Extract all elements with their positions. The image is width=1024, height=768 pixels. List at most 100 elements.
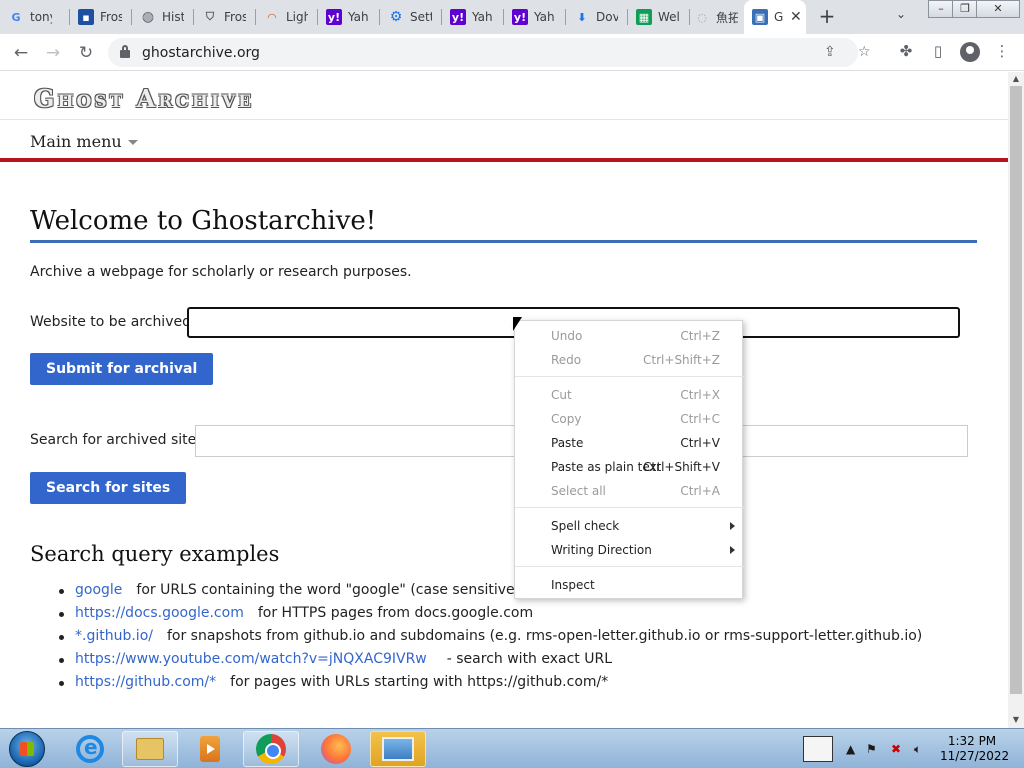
lock-icon[interactable] [120, 45, 130, 58]
context-menu-cut[interactable]: Cut Ctrl+X [515, 383, 744, 407]
start-button[interactable] [9, 731, 45, 767]
yahoo-icon: y! [512, 9, 528, 25]
tab-8[interactable]: y! Yah [442, 0, 504, 34]
shirt-icon: ⛉ [205, 10, 215, 23]
menu-divider [515, 376, 744, 377]
context-menu-undo[interactable]: Undo Ctrl+Z [515, 324, 744, 348]
taskbar-firefox[interactable] [308, 731, 364, 767]
show-hidden-icons-chevron-icon[interactable]: ▲ [846, 742, 855, 756]
header-accent-bar [0, 158, 1008, 162]
tab-5[interactable]: ◠ Ligh [256, 0, 318, 34]
tab-3[interactable]: ◍ Hist [132, 0, 194, 34]
windows-taskbar: ▲ ⚑ ✖ 🔈︎ 1:32 PM 11/27/2022 [0, 728, 1024, 768]
example-description: for HTTPS pages from docs.google.com [257, 605, 534, 621]
context-menu-select-all[interactable]: Select all Ctrl+A [515, 479, 744, 503]
context-menu-redo[interactable]: Redo Ctrl+Shift+Z [515, 348, 744, 372]
action-center-flag-icon[interactable]: ⚑ [866, 742, 877, 756]
header-divider [0, 119, 1008, 120]
context-menu-spell-check[interactable]: Spell check [515, 514, 744, 538]
list-item: google for URLS containing the word "goog… [58, 582, 922, 605]
submenu-arrow-icon [730, 522, 735, 530]
example-description: for snapshots from github.io and subdoma… [166, 628, 923, 644]
scrollbar-thumb[interactable] [1010, 86, 1022, 694]
example-link[interactable]: https://docs.google.com [75, 605, 244, 621]
context-menu-paste[interactable]: Paste Ctrl+V [515, 431, 744, 455]
tab-4[interactable]: ⛉ Fros [194, 0, 256, 34]
scroll-down-arrow-icon[interactable]: ▼ [1008, 713, 1024, 727]
clock-date: 11/27/2022 [940, 749, 1010, 763]
chrome-icon [256, 734, 286, 764]
example-description: for pages with URLs starting with https:… [230, 674, 609, 690]
scroll-up-arrow-icon[interactable]: ▲ [1008, 72, 1024, 86]
tab-7[interactable]: ⚙ Sett [380, 0, 442, 34]
main-menu-dropdown[interactable]: Main menu [30, 132, 138, 151]
list-item: https://github.com/* for pages with URLs … [58, 674, 922, 697]
rainbow-icon: ◠ [267, 10, 277, 24]
extensions-puzzle-icon[interactable]: ✤ [896, 42, 916, 60]
system-clock[interactable]: 1:32 PM 11/27/2022 [940, 734, 1010, 764]
loading-icon: ◌ [697, 10, 707, 24]
internet-explorer-icon [76, 735, 104, 763]
search-sites-button[interactable]: Search for sites [30, 472, 187, 504]
examples-list: google for URLS containing the word "goog… [58, 582, 923, 697]
volume-speaker-icon[interactable]: 🔈︎ [914, 742, 921, 757]
taskbar-media-player[interactable] [182, 731, 238, 767]
tab-active-ghostarchive[interactable]: ▣ G ✕ [744, 0, 806, 34]
yahoo-icon: y! [326, 9, 342, 25]
context-menu-writing-direction[interactable]: Writing Direction [515, 538, 744, 562]
firefox-icon [321, 734, 351, 764]
tab-search-chevron-icon[interactable]: ⌄ [896, 7, 906, 21]
context-menu-copy[interactable]: Copy Ctrl+C [515, 407, 744, 431]
title-underline [30, 240, 977, 243]
maximize-button[interactable]: ❐ [952, 0, 978, 18]
kebab-menu-icon[interactable]: ⋮ [992, 42, 1012, 60]
close-window-button[interactable]: ✕ [976, 0, 1020, 18]
tab-12[interactable]: ◌ 魚拓 [690, 0, 742, 34]
taskbar-chrome[interactable] [243, 731, 299, 767]
example-link[interactable]: https://github.com/* [75, 674, 216, 690]
caret-down-icon [127, 140, 138, 145]
menu-divider [515, 566, 744, 567]
example-link[interactable]: google [75, 582, 122, 598]
taskbar-file-explorer[interactable] [122, 731, 178, 767]
submenu-arrow-icon [730, 546, 735, 554]
archive-url-label: Website to be archived: [30, 314, 196, 330]
forward-arrow-icon[interactable]: → [42, 42, 64, 64]
sheet-icon: ▦ [636, 9, 652, 25]
tab-1[interactable]: G tony [8, 0, 70, 34]
example-link[interactable]: https://www.youtube.com/watch?v=jNQXAC9I… [75, 651, 427, 667]
taskbar-photo-viewer[interactable] [370, 731, 426, 767]
context-menu: Undo Ctrl+Z Redo Ctrl+Shift+Z Cut Ctrl+X Co… [514, 320, 744, 599]
network-disconnected-icon[interactable]: ✖ [891, 742, 901, 756]
tab-2[interactable]: ▪ Fros [70, 0, 132, 34]
context-menu-paste-plain-text[interactable]: Paste as plain text Ctrl+Shift+V [515, 455, 744, 479]
taskbar-internet-explorer[interactable] [62, 731, 118, 767]
address-url[interactable]: ghostarchive.org [142, 45, 260, 61]
profile-avatar-icon[interactable] [960, 42, 980, 62]
pen-input-icon[interactable] [803, 736, 833, 762]
search-archived-label: Search for archived sites: [30, 432, 209, 448]
ghost-archive-logo[interactable]: Ghost Archive [34, 84, 254, 113]
tab-11[interactable]: ▦ Wel [628, 0, 690, 34]
list-item: https://www.youtube.com/watch?v=jNQXAC9I… [58, 651, 922, 674]
context-menu-inspect[interactable]: Inspect [515, 573, 744, 597]
list-item: *.github.io/for snapshots from github.io… [58, 628, 923, 651]
main-menu-label: Main menu [30, 132, 122, 151]
back-arrow-icon[interactable]: ← [10, 42, 32, 64]
close-tab-icon[interactable]: ✕ [790, 9, 802, 25]
address-bar[interactable]: ghostarchive.org ⇪ ☆ [108, 38, 871, 67]
ghost-archive-icon: ▣ [752, 9, 768, 25]
bookmark-star-icon[interactable]: ☆ [858, 44, 871, 60]
book-icon: ▪ [78, 9, 94, 25]
side-panel-icon[interactable]: ▯ [928, 42, 948, 60]
tab-9[interactable]: y! Yah [504, 0, 566, 34]
tab-6[interactable]: y! Yah [318, 0, 380, 34]
reload-icon[interactable]: ↻ [75, 42, 97, 64]
minimize-button[interactable]: – [928, 0, 954, 18]
share-icon[interactable]: ⇪ [824, 44, 836, 60]
tab-10[interactable]: ⬇ Dov [566, 0, 628, 34]
new-tab-button[interactable]: + [817, 5, 837, 27]
submit-archival-button[interactable]: Submit for archival [30, 353, 214, 385]
example-link[interactable]: *.github.io/ [75, 628, 153, 644]
browser-toolbar: ← → ↻ ghostarchive.org ⇪ ☆ ✤ ▯ ⋮ [0, 34, 1024, 71]
